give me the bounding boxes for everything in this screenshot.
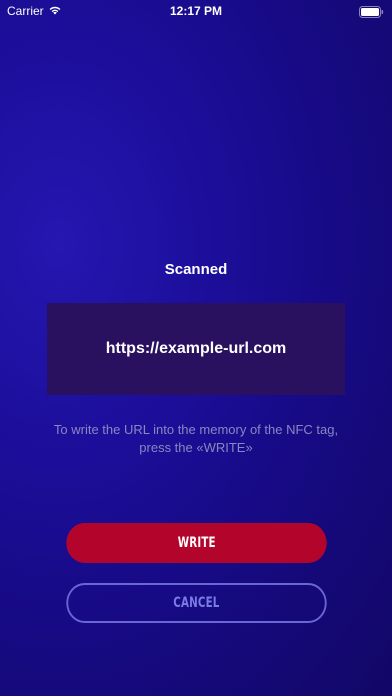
scanned-url-card: https://example-url.com	[47, 303, 345, 395]
write-hint-text: To write the URL into the memory of the …	[53, 422, 339, 455]
page-title: Scanned	[164, 261, 228, 278]
write-button[interactable]: WRITE	[66, 523, 327, 563]
cancel-button[interactable]: CANCEL	[66, 583, 327, 623]
write-button-label: WRITE	[177, 535, 216, 551]
scanned-url: https://example-url.com	[105, 340, 287, 357]
battery-icon	[359, 5, 384, 23]
cancel-button-label: CANCEL	[173, 595, 220, 611]
status-time: 12:17 PM	[169, 4, 223, 18]
status-bar: Carrier 12:17 PM	[0, 0, 392, 22]
